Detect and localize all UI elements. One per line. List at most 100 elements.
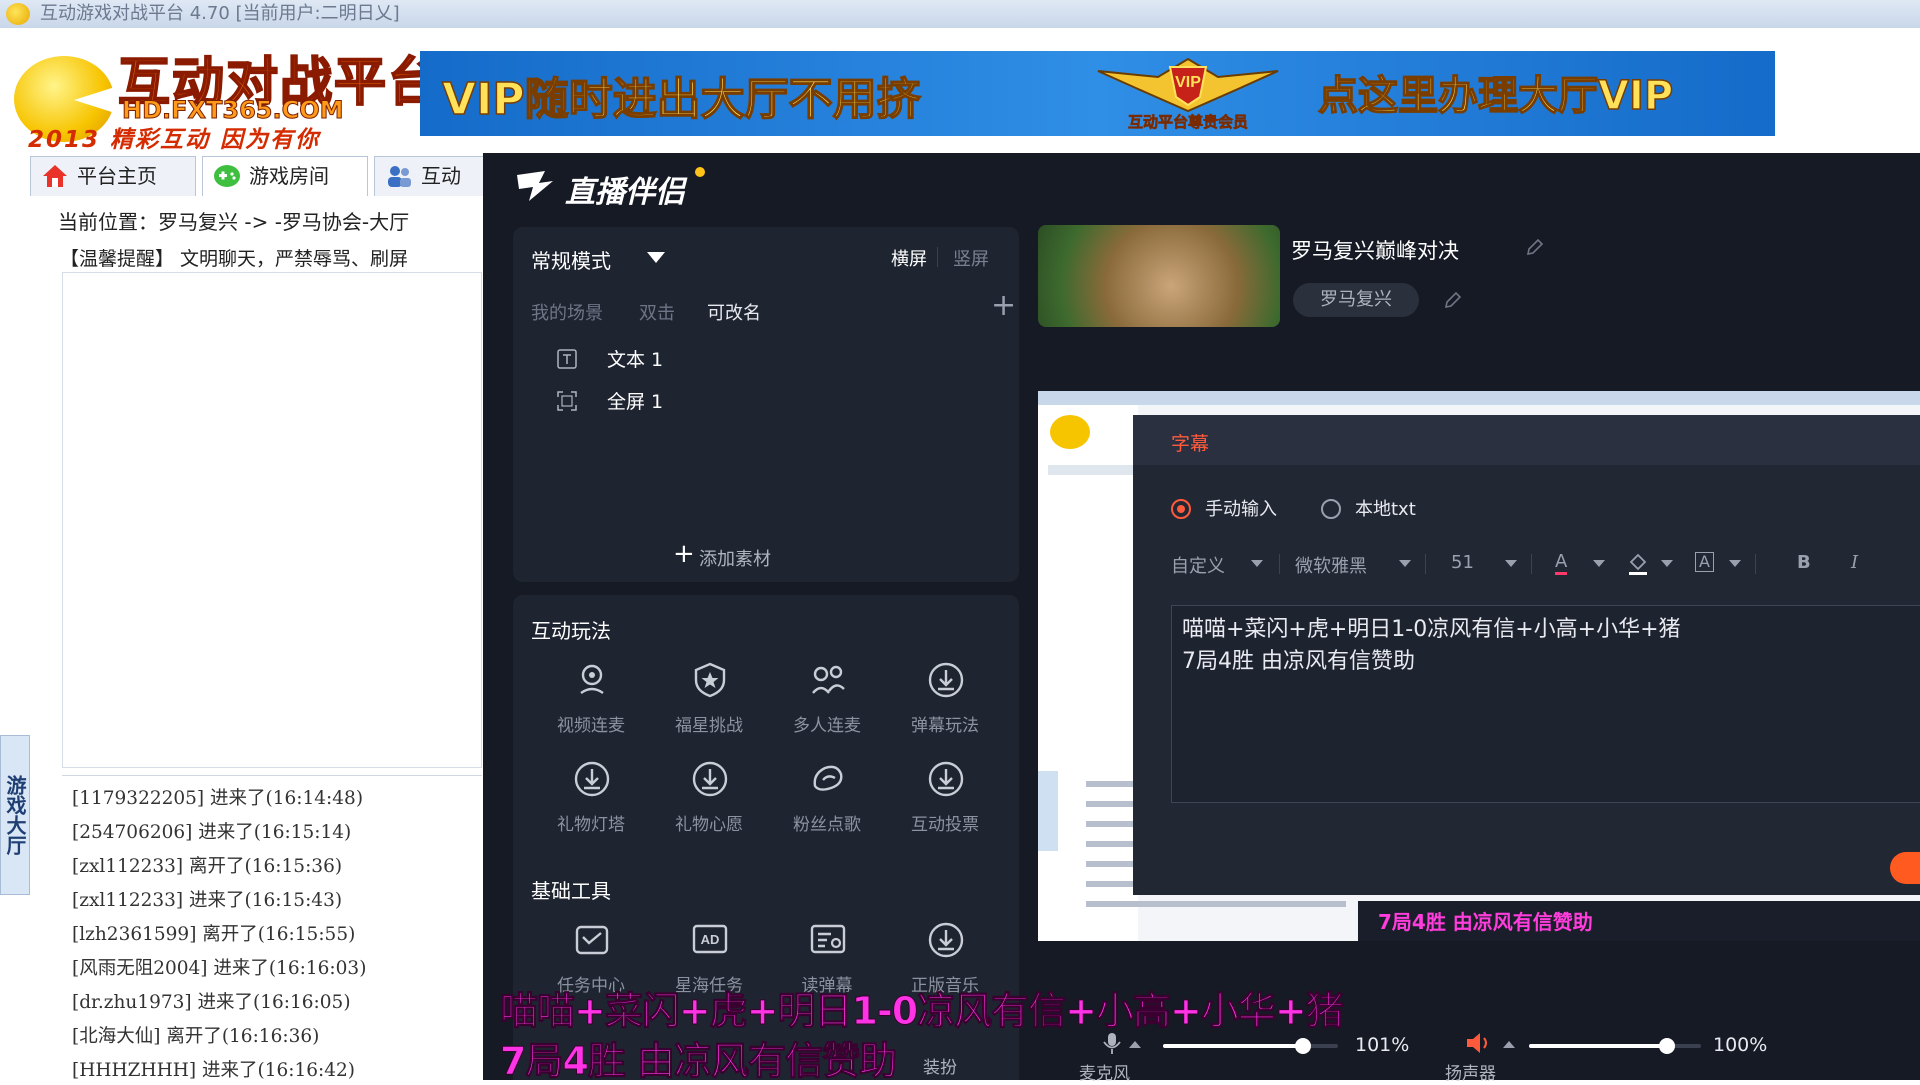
bold-button[interactable]: B (1797, 552, 1811, 573)
section-title-basic: 基础工具 (531, 879, 611, 903)
chevron-down-icon[interactable] (1661, 560, 1673, 567)
tool-gift-tower[interactable]: 礼物灯塔 (541, 760, 641, 850)
log-entry: [北海大仙] 离开了(16:16:36) (72, 1026, 320, 1047)
text-icon (557, 349, 577, 369)
subtitle-dialog: 字幕 手动输入 本地txt 自定义 微软雅黑 51 A A B I 喵喵+菜闪+… (1133, 415, 1920, 895)
download-icon (928, 922, 964, 958)
text-border-button[interactable]: A (1695, 552, 1714, 572)
tool-label: 福星挑战 (675, 716, 743, 736)
app-logo-dot (695, 167, 705, 177)
preset-select[interactable]: 自定义 (1171, 552, 1225, 578)
log-entry: [zxl112233] 进来了(16:15:43) (72, 890, 343, 911)
scene-item-fullscreen[interactable]: 全屏 1 (553, 383, 993, 419)
tool-multi-link[interactable]: 多人连麦 (777, 661, 877, 751)
preview-tab-strip (1048, 465, 1138, 475)
orientation-landscape[interactable]: 横屏 (891, 245, 927, 271)
microphone-volume-slider[interactable] (1163, 1038, 1338, 1054)
radio-manual-label[interactable]: 手动输入 (1205, 495, 1277, 521)
tool-label: 视频连麦 (557, 716, 625, 736)
fill-color-icon[interactable] (1627, 552, 1649, 576)
divider (937, 247, 938, 267)
slider-knob[interactable] (1658, 1038, 1675, 1054)
edit-icon[interactable] (1443, 290, 1463, 310)
tool-star-challenge[interactable]: 福星挑战 (659, 661, 759, 751)
window-title: 互动游戏对战平台 4.70 [当前用户:二明日乂] (40, 3, 400, 24)
chevron-up-icon[interactable] (1503, 1041, 1515, 1048)
live-category-tag[interactable]: 罗马复兴 (1293, 283, 1419, 317)
radio-local-label[interactable]: 本地txt (1355, 495, 1416, 521)
plus-icon[interactable]: + (673, 541, 695, 567)
tool-fan-song[interactable]: 粉丝点歌 (777, 760, 877, 850)
tool-label: 粉丝点歌 (793, 815, 861, 835)
add-scene-plus-icon[interactable]: + (991, 291, 1016, 321)
breadcrumb: 当前位置：罗马复兴 -> -罗马协会-大厅 (58, 210, 410, 234)
preview-side-tab (1038, 771, 1058, 851)
tab-interact[interactable]: 互动 (374, 156, 490, 196)
chevron-down-icon[interactable] (1251, 560, 1263, 567)
scene-item-text[interactable]: 文本 1 (553, 341, 993, 377)
chat-panel[interactable] (62, 272, 482, 768)
radio-manual-input[interactable] (1171, 499, 1191, 519)
add-material-button[interactable]: 添加素材 (699, 545, 771, 571)
subtitle-textarea[interactable]: 喵喵+菜闪+虎+明日1-0凉风有信+小高+小华+猪 7局4胜 由凉风有信赞助 (1171, 605, 1920, 803)
tool-label-dressup[interactable]: 装扮 (923, 1053, 957, 1078)
dialog-title: 字幕 (1171, 433, 1210, 455)
microphone-percent: 101% (1355, 1034, 1410, 1056)
window-titlebar[interactable]: 互动游戏对战平台 4.70 [当前用户:二明日乂] (0, 0, 1920, 28)
tab-home[interactable]: 平台主页 (30, 156, 196, 196)
preview-log-line (1086, 901, 1346, 907)
microphone-label: 麦克风 (1079, 1064, 1130, 1084)
chevron-down-icon[interactable] (1729, 560, 1741, 567)
chevron-up-icon[interactable] (1129, 1041, 1141, 1048)
chevron-down-icon[interactable] (1399, 560, 1411, 567)
radio-local-txt[interactable] (1321, 499, 1341, 519)
orientation-portrait[interactable]: 竖屏 (953, 245, 989, 271)
scene-panel: 常规模式 横屏 竖屏 我的场景 双击 可改名 + 文本 1 全屏 1 + 添加素… (513, 227, 1019, 582)
dialog-confirm-button[interactable] (1890, 852, 1920, 884)
chevron-down-icon[interactable] (1593, 560, 1605, 567)
italic-button[interactable]: I (1851, 552, 1858, 573)
slider-knob[interactable] (1295, 1038, 1311, 1054)
scene-hint: 可改名 (707, 303, 761, 324)
mode-dropdown[interactable]: 常规模式 (531, 245, 611, 274)
app-logo-icon (517, 171, 553, 201)
vip-wings-icon: VIP 互动平台尊贵会员 (1088, 53, 1288, 133)
edit-icon[interactable] (1525, 237, 1545, 257)
speaker-label: 扬声器 (1445, 1064, 1496, 1084)
tool-label: 礼物心愿 (675, 815, 743, 835)
chevron-down-icon[interactable] (1505, 560, 1517, 567)
music-link-icon (813, 765, 843, 791)
font-select[interactable]: 微软雅黑 (1295, 552, 1367, 578)
tool-danmaku[interactable]: 弹幕玩法 (895, 661, 995, 751)
log-entry: [lzh2361599] 离开了(16:15:55) (72, 924, 356, 945)
preview-logo-icon (1050, 415, 1090, 449)
log-entry: [dr.zhu1973] 进来了(16:16:05) (72, 992, 351, 1013)
speaker-volume-slider[interactable] (1529, 1038, 1701, 1054)
side-tab-game-hall[interactable]: 游戏大厅 (0, 735, 30, 895)
fullscreen-icon (557, 391, 577, 411)
tab-home-label: 平台主页 (77, 164, 157, 188)
host-tabs: 平台主页 游戏房间 互动 (30, 156, 490, 196)
caret-down-icon[interactable] (647, 252, 665, 263)
overlay-subtitle-line1: 喵喵+菜闪+虎+明日1-0凉风有信+小高+小华+猪 (500, 989, 1345, 1034)
activity-log[interactable]: [1179322205] 进来了(16:14:48) [254706206] 进… (62, 775, 482, 1081)
tool-label: 多人连麦 (793, 716, 861, 736)
tab-game-room[interactable]: 游戏房间 (202, 156, 368, 196)
tab-game-room-label: 游戏房间 (249, 164, 329, 188)
tool-vote[interactable]: 互动投票 (895, 760, 995, 850)
font-color-button[interactable]: A (1555, 552, 1568, 575)
live-cover-thumbnail[interactable] (1038, 225, 1280, 327)
vip-banner-left-text: VIP随时进出大厅不用挤 (441, 73, 921, 126)
log-entry: [1179322205] 进来了(16:14:48) (72, 788, 364, 809)
speaker-percent: 100% (1713, 1034, 1768, 1056)
task-icon (575, 925, 609, 955)
svg-text:AD: AD (701, 932, 720, 947)
tool-label: 互动投票 (911, 815, 979, 835)
vip-banner[interactable]: VIP随时进出大厅不用挤 VIP 互动平台尊贵会员 点这里办理大厅VIP (420, 51, 1775, 136)
font-size-select[interactable]: 51 (1451, 552, 1474, 573)
streaming-app: 直播伴侣 常规模式 横屏 竖屏 我的场景 双击 可改名 + 文本 1 全屏 1 … (483, 153, 1920, 1084)
app-name: 直播伴侣 (565, 175, 685, 210)
tool-video-link[interactable]: 视频连麦 (541, 661, 641, 751)
speaker-icon[interactable] (1465, 1031, 1491, 1055)
tool-gift-wish[interactable]: 礼物心愿 (659, 760, 759, 850)
